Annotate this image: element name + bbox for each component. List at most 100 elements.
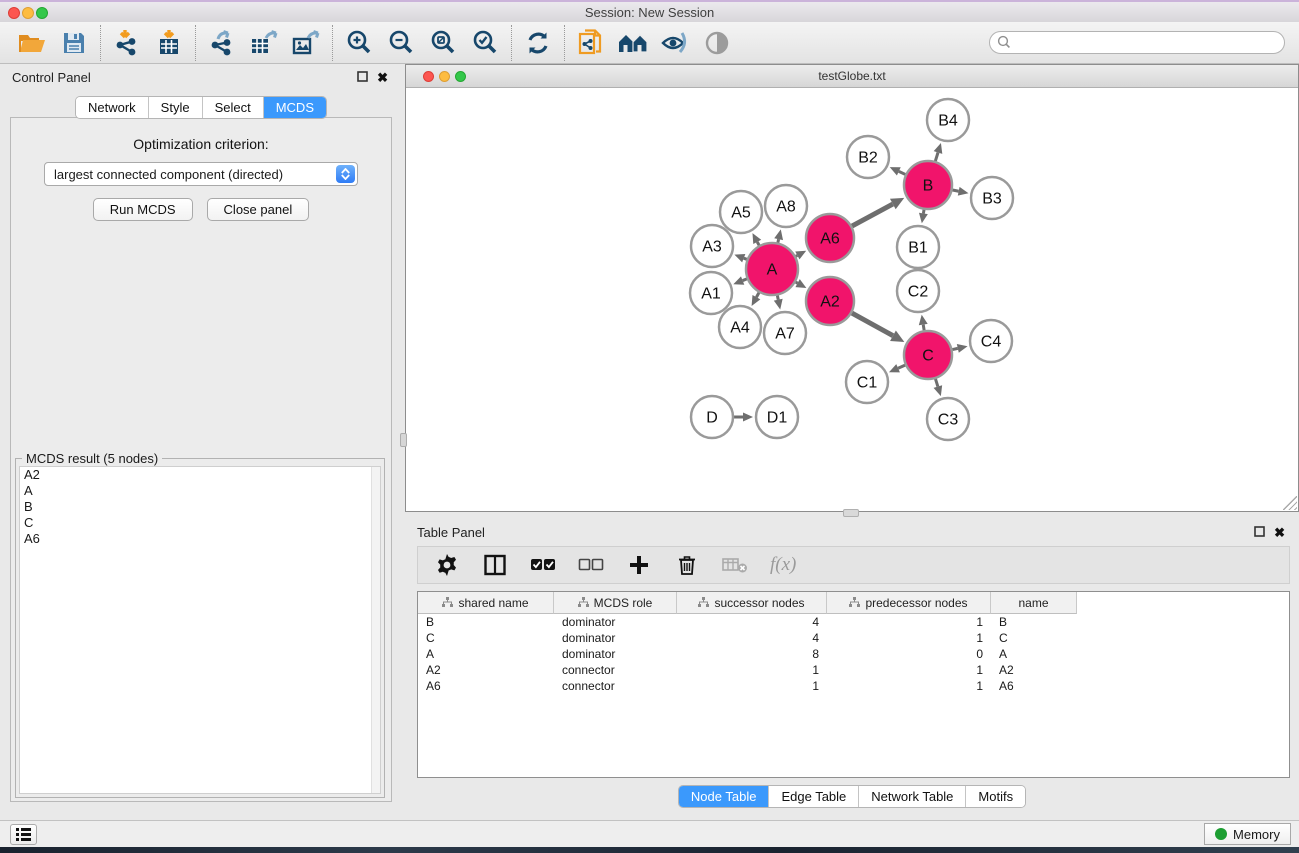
column-header-predecessor-nodes[interactable]: predecessor nodes [827,592,991,614]
graph-edge-A-A7[interactable] [777,295,778,299]
graph-edge-A-A5[interactable] [757,242,759,245]
graph-edge-B-B2[interactable] [899,171,906,174]
first-neighbors-icon[interactable] [615,25,651,61]
graph-node-label: A [767,262,778,279]
open-file-icon[interactable] [14,25,50,61]
graph-edge-C-C3[interactable] [935,379,937,387]
select-all-icon[interactable] [530,552,556,578]
table-panel-title: Table Panel [417,525,485,540]
refresh-icon[interactable] [520,25,556,61]
control-panel: Control Panel ✖ Network Style Select MCD… [0,64,402,820]
task-history-button[interactable] [10,824,37,845]
gear-icon[interactable] [434,552,460,578]
split-pane-grip[interactable] [400,433,407,447]
graph-edge-C-C4[interactable] [952,348,957,349]
zoom-in-icon[interactable] [341,25,377,61]
new-network-from-selection-icon[interactable] [573,25,609,61]
zoom-selected-icon[interactable] [467,25,503,61]
table-row[interactable]: A2 connector 1 1 A2 [418,662,1289,678]
tab-motifs[interactable]: Motifs [966,786,1025,807]
graph-edge-C-C1[interactable] [898,365,905,368]
graph-edge-A2-C[interactable] [852,313,893,336]
search-icon [997,35,1011,52]
panel-columns-icon[interactable] [482,552,508,578]
memory-label: Memory [1233,827,1280,842]
import-table-icon[interactable] [151,25,187,61]
delete-column-icon[interactable] [674,552,700,578]
tab-edge-table[interactable]: Edge Table [769,786,859,807]
graph-edge-arrowhead [734,254,745,262]
graph-edge-A-A2[interactable] [796,282,798,283]
list-item[interactable]: C [20,515,380,531]
node-table[interactable]: shared name MCDS role successor nodes pr… [417,591,1290,778]
float-panel-icon[interactable] [357,70,368,85]
list-item[interactable]: A6 [20,531,380,547]
run-mcds-button[interactable]: Run MCDS [93,198,193,221]
tab-mcds[interactable]: MCDS [264,97,326,118]
window-resize-grip[interactable] [1283,496,1297,510]
criterion-select[interactable]: largest connected component (directed) [44,162,358,186]
tab-network-table[interactable]: Network Table [859,786,966,807]
column-header-mcds-role[interactable]: MCDS role [554,592,677,614]
graph-edge-A-A3[interactable] [744,258,747,259]
list-item[interactable]: A [20,483,380,499]
memory-status-icon [1215,828,1227,840]
export-table-icon[interactable] [246,25,282,61]
graph-edge-arrowhead [934,143,943,154]
graph-node-label: A4 [730,320,750,337]
sitemap-icon [442,597,453,608]
graph-edge-B-B3[interactable] [952,190,958,191]
search-input[interactable] [989,31,1285,54]
export-image-icon[interactable] [288,25,324,61]
status-bar: Memory [0,820,1299,847]
graph-edge-A-A6[interactable] [796,255,798,256]
graph-edge-A6-B[interactable] [852,204,893,226]
function-builder-icon: f(x) [770,554,796,576]
zoom-fit-icon[interactable] [425,25,461,61]
optimization-criterion-label: Optimization criterion: [11,136,391,152]
list-icon [16,828,31,841]
list-item[interactable]: A2 [20,467,380,483]
tab-select[interactable]: Select [203,97,264,118]
save-session-icon[interactable] [56,25,92,61]
list-item[interactable]: B [20,499,380,515]
graph-edge-A-A8[interactable] [778,239,779,242]
deselect-all-icon[interactable] [578,552,604,578]
tab-node-table[interactable]: Node Table [679,786,770,807]
table-row[interactable]: A dominator 8 0 A [418,646,1289,662]
close-panel-button[interactable]: Close panel [207,198,310,221]
control-panel-tabs: Network Style Select MCDS [0,96,402,119]
horizontal-splitter-grip[interactable] [843,509,859,517]
close-panel-icon[interactable]: ✖ [1274,525,1285,541]
import-network-icon[interactable] [109,25,145,61]
scrollbar-track[interactable] [371,467,380,793]
graph-node-label: B1 [908,240,928,257]
float-panel-icon[interactable] [1254,525,1265,540]
graph-edge-arrowhead [919,213,928,224]
graph-node-label: C3 [938,412,959,429]
table-tabs: Node Table Edge Table Network Table Moti… [405,785,1299,808]
tab-style[interactable]: Style [149,97,203,118]
sitemap-icon [698,597,709,608]
graph-edge-C-C2[interactable] [923,325,924,331]
graph-edge-A-A4[interactable] [756,293,759,298]
graph-edge-B-B4[interactable] [935,152,938,161]
table-row[interactable]: A6 connector 1 1 A6 [418,678,1289,694]
memory-button[interactable]: Memory [1204,823,1291,845]
network-canvas[interactable]: AA1A2A3A4A5A6A7A8BB1B2B3B4CC1C2C3C4DD1 [406,88,1298,511]
add-column-icon[interactable] [626,552,652,578]
network-window-titlebar[interactable]: testGlobe.txt [406,65,1298,88]
column-header-successor-nodes[interactable]: successor nodes [677,592,827,614]
zoom-out-icon[interactable] [383,25,419,61]
graph-edge-A-A1[interactable] [743,279,747,281]
table-row[interactable]: B dominator 4 1 B [418,614,1289,630]
close-panel-icon[interactable]: ✖ [377,70,388,86]
tab-network[interactable]: Network [76,97,149,118]
column-header-shared-name[interactable]: shared name [418,592,554,614]
table-row[interactable]: C dominator 4 1 C [418,630,1289,646]
column-header-name[interactable]: name [991,592,1077,614]
mcds-result-list[interactable]: A2 A B C A6 [19,466,381,794]
hide-graphics-details-icon[interactable] [657,25,693,61]
export-network-icon[interactable] [204,25,240,61]
graph-edge-B-B1[interactable] [923,210,924,214]
